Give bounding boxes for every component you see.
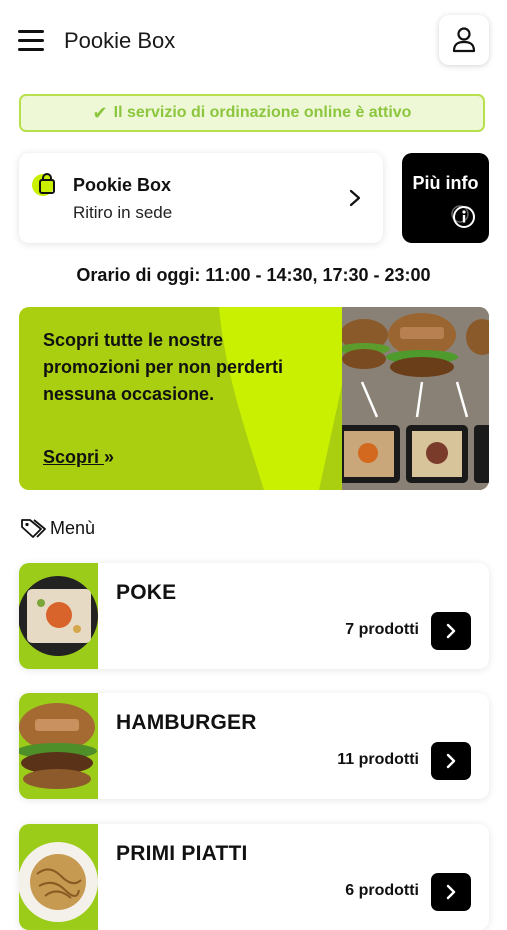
open-category-button[interactable] — [431, 742, 471, 780]
shopping-bag-icon — [32, 173, 55, 196]
category-name: PRIMI PIATTI — [116, 842, 248, 865]
info-icon — [451, 205, 475, 228]
online-ordering-status-banner: ✔ Il servizio di ordinazione online è at… — [19, 94, 485, 132]
store-pickup-mode: Ritiro in sede — [73, 203, 173, 222]
promo-link-label: Scopri — [43, 447, 100, 467]
user-icon — [452, 27, 476, 53]
chevron-right-icon — [446, 884, 456, 900]
more-info-button[interactable]: Più info — [402, 153, 489, 243]
hamburger-menu-icon[interactable] — [18, 30, 44, 52]
store-name: Pookie Box — [73, 175, 172, 195]
category-name: HAMBURGER — [116, 711, 257, 734]
promo-discover-link[interactable]: Scopri » — [43, 447, 114, 468]
category-product-count: 7 prodotti — [345, 621, 419, 638]
category-product-count: 6 prodotti — [345, 882, 419, 899]
pasta-image — [19, 824, 98, 930]
check-icon: ✔ — [92, 102, 108, 123]
open-category-button[interactable] — [431, 612, 471, 650]
opening-hours: Orario di oggi: 11:00 - 14:30, 17:30 - 2… — [76, 265, 431, 285]
menu-heading: Menù — [20, 517, 95, 539]
category-card-poke[interactable]: POKE 7 prodotti — [19, 563, 489, 669]
menu-heading-label: Menù — [50, 517, 96, 538]
promo-food-image — [342, 307, 489, 490]
chevron-right-icon — [446, 623, 456, 639]
category-card-hamburger[interactable]: HAMBURGER 11 prodotti — [19, 693, 489, 799]
category-product-count: 11 prodotti — [337, 751, 419, 768]
tag-icon — [21, 519, 46, 538]
category-name: POKE — [116, 581, 177, 604]
status-text: Il servizio di ordinazione online è atti… — [113, 104, 412, 121]
double-chevron-right-icon: » — [104, 447, 115, 467]
open-category-button[interactable] — [431, 873, 471, 911]
account-button[interactable] — [439, 15, 489, 65]
more-info-label: Più info — [412, 173, 479, 193]
chevron-right-icon — [349, 189, 361, 207]
chevron-right-icon — [446, 753, 456, 769]
hamburger-image — [19, 693, 98, 799]
promotions-banner[interactable]: Scopri tutte le nostre promozioni per no… — [19, 307, 489, 490]
app-title: Pookie Box — [64, 28, 176, 53]
store-selector-card[interactable]: Pookie Box Ritiro in sede — [19, 153, 383, 243]
category-card-primi-piatti[interactable]: PRIMI PIATTI 6 prodotti — [19, 824, 489, 930]
poke-image — [19, 563, 98, 669]
promo-text: Scopri tutte le nostre promozioni per no… — [43, 330, 284, 404]
